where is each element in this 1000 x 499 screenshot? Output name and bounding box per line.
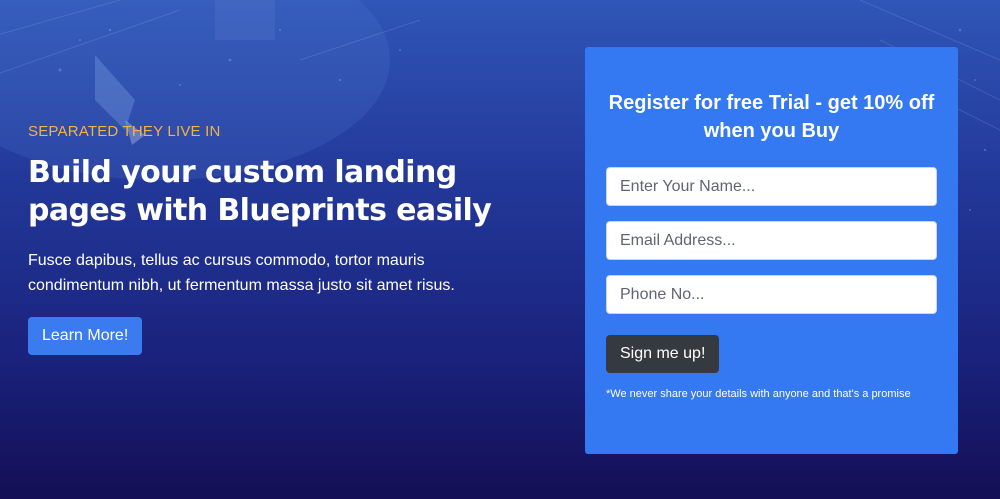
registration-form-card: Register for free Trial - get 10% off wh… [585,47,958,454]
phone-input[interactable] [606,275,937,314]
sign-up-button[interactable]: Sign me up! [606,335,720,373]
hero-headline: Build your custom landing pages with Blu… [28,155,492,228]
privacy-note: *We never share your details with anyone… [606,388,911,400]
name-input[interactable] [606,167,937,206]
hero-eyebrow: SEPARATED THEY LIVE IN [28,123,221,140]
email-input[interactable] [606,221,937,260]
form-title: Register for free Trial - get 10% off wh… [608,92,935,142]
hero-section: SEPARATED THEY LIVE IN Build your custom… [28,120,528,355]
learn-more-button[interactable]: Learn More! [28,317,143,355]
hero-description: Fusce dapibus, tellus ac cursus commodo,… [28,252,455,294]
